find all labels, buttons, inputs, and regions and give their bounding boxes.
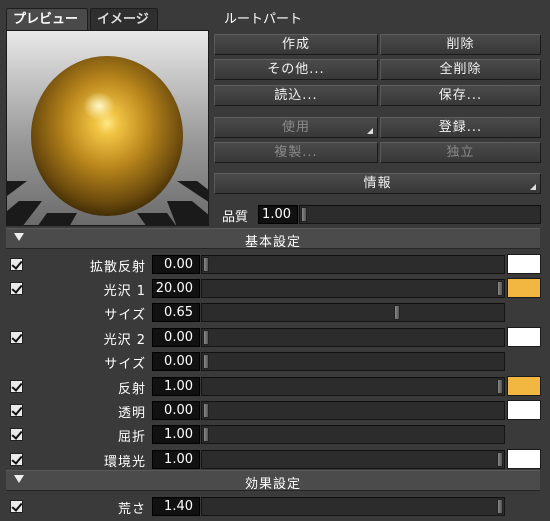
enable-checkbox[interactable] [10, 453, 23, 466]
duplicate-button[interactable]: 複製... [214, 142, 378, 163]
material-preview [6, 30, 209, 226]
other-button[interactable]: その他... [214, 59, 378, 80]
create-button[interactable]: 作成 [214, 34, 378, 55]
param-label: 透明 [117, 406, 146, 421]
slider-knob[interactable] [497, 281, 503, 296]
enable-checkbox[interactable] [10, 258, 23, 271]
param-value[interactable]: 1.40 [152, 497, 200, 516]
param-value[interactable]: 0.65 [152, 303, 200, 322]
root-part-label: ルートパート [224, 12, 303, 27]
enable-checkbox[interactable] [10, 404, 23, 417]
color-swatch[interactable] [507, 327, 541, 347]
param-label: サイズ [104, 357, 146, 372]
independent-button[interactable]: 独立 [380, 142, 541, 163]
slider-knob[interactable] [203, 257, 209, 272]
param-slider[interactable] [201, 425, 505, 444]
check-icon [11, 453, 23, 465]
param-label: サイズ [104, 308, 146, 323]
delete-all-button[interactable]: 全削除 [380, 59, 541, 80]
dropdown-corner-icon [530, 184, 536, 190]
param-label: 環境光 [103, 455, 146, 470]
basic-settings-header[interactable]: 基本設定 [6, 228, 540, 250]
param-label: 屈折 [117, 430, 146, 445]
param-slider[interactable] [201, 303, 505, 322]
enable-checkbox[interactable] [10, 500, 23, 513]
check-icon [11, 404, 23, 416]
param-value[interactable]: 1.00 [152, 425, 200, 444]
param-slider[interactable] [201, 328, 505, 347]
param-slider[interactable] [201, 279, 505, 298]
enable-checkbox[interactable] [10, 282, 23, 295]
param-value[interactable]: 0.00 [152, 255, 200, 274]
param-label: 光沢 1 [103, 284, 146, 299]
param-value[interactable]: 1.00 [152, 450, 200, 469]
check-icon [11, 282, 23, 294]
effect-settings-header[interactable]: 効果設定 [6, 470, 540, 492]
param-value[interactable]: 1.00 [152, 377, 200, 396]
param-label: 反射 [117, 382, 146, 397]
color-swatch[interactable] [507, 376, 541, 396]
param-slider[interactable] [201, 352, 505, 371]
check-icon [11, 331, 23, 343]
param-slider[interactable] [201, 377, 505, 396]
load-button[interactable]: 読込... [214, 85, 378, 106]
slider-knob[interactable] [497, 499, 503, 514]
tab-image[interactable]: イメージ [90, 8, 158, 30]
param-slider[interactable] [201, 450, 505, 469]
param-value[interactable]: 0.00 [152, 401, 200, 420]
color-swatch[interactable] [507, 449, 541, 469]
param-label: 荒さ [117, 502, 146, 517]
param-label: 拡散反射 [89, 260, 146, 275]
quality-label: 品質 [222, 210, 249, 225]
slider-knob[interactable] [203, 354, 209, 369]
use-label: 使用 [281, 120, 310, 135]
check-icon [11, 380, 23, 392]
tab-preview[interactable]: プレビュー [6, 8, 88, 30]
check-icon [11, 500, 23, 512]
register-button[interactable]: 登録... [380, 117, 541, 138]
slider-knob[interactable] [203, 330, 209, 345]
slider-knob[interactable] [497, 379, 503, 394]
quality-value[interactable]: 1.00 [258, 205, 298, 224]
info-button[interactable]: 情報 [214, 173, 541, 194]
color-swatch[interactable] [507, 254, 541, 274]
effect-settings-title: 効果設定 [244, 477, 301, 492]
color-swatch[interactable] [507, 400, 541, 420]
use-button[interactable]: 使用 [214, 117, 378, 138]
enable-checkbox[interactable] [10, 380, 23, 393]
slider-knob[interactable] [497, 452, 503, 467]
param-value[interactable]: 20.00 [152, 279, 200, 298]
slider-knob[interactable] [203, 427, 209, 442]
quality-slider[interactable] [299, 205, 541, 224]
quality-slider-knob[interactable] [301, 207, 307, 222]
basic-settings-title: 基本設定 [244, 235, 301, 250]
enable-checkbox[interactable] [10, 331, 23, 344]
dropdown-corner-icon [367, 128, 373, 134]
param-value[interactable]: 0.00 [152, 352, 200, 371]
param-slider[interactable] [201, 497, 505, 516]
param-slider[interactable] [201, 255, 505, 274]
info-label: 情報 [363, 176, 392, 191]
delete-button[interactable]: 削除 [380, 34, 541, 55]
param-label: 光沢 2 [103, 333, 146, 348]
slider-knob[interactable] [203, 403, 209, 418]
enable-checkbox[interactable] [10, 428, 23, 441]
color-swatch[interactable] [507, 278, 541, 298]
param-slider[interactable] [201, 401, 505, 420]
gold-sphere [31, 56, 183, 216]
check-icon [11, 258, 23, 270]
slider-knob[interactable] [394, 305, 400, 320]
param-value[interactable]: 0.00 [152, 328, 200, 347]
save-button[interactable]: 保存... [380, 85, 541, 106]
check-icon [11, 428, 23, 440]
